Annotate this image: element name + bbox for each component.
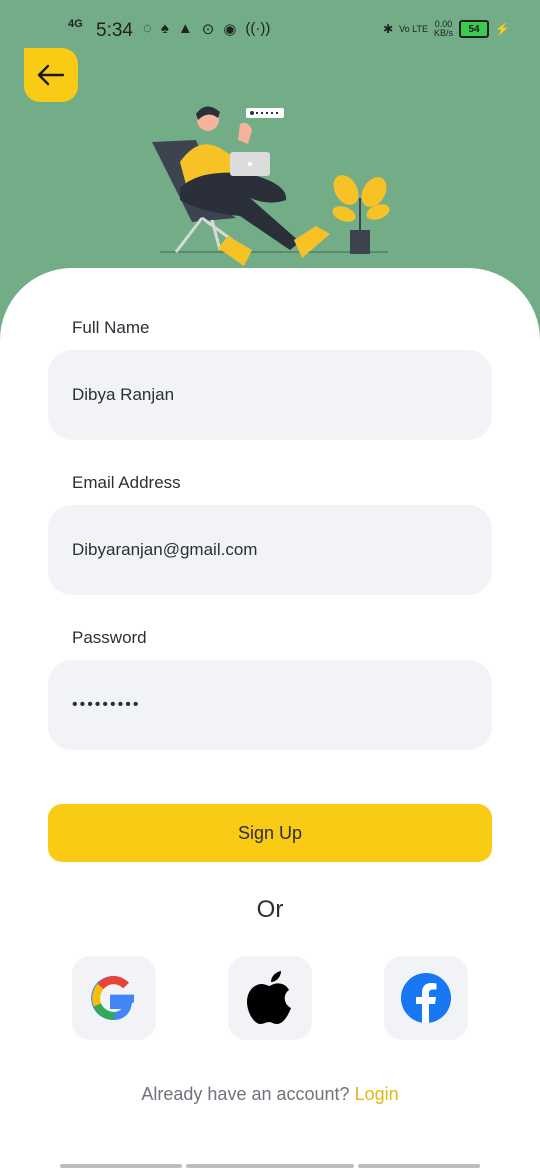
arrow-left-icon bbox=[37, 64, 65, 86]
or-divider: Or bbox=[256, 896, 284, 923]
apple-icon bbox=[247, 971, 291, 1024]
sign-up-button[interactable]: Sign Up bbox=[48, 804, 492, 862]
bluetooth-icon: ✱ bbox=[383, 22, 394, 36]
vpn-icon: ⊙ bbox=[201, 21, 215, 38]
email-label: Email Address bbox=[72, 473, 181, 492]
password-field[interactable]: ••••••••• bbox=[48, 660, 492, 750]
volte-indicator: Vo LTE bbox=[399, 23, 429, 34]
hotspot-icon: ((·)) bbox=[245, 20, 271, 37]
full-name-label: Full Name bbox=[72, 318, 150, 337]
nav-bar-segment bbox=[186, 1164, 354, 1168]
email-field[interactable]: Dibyaranjan@gmail.com bbox=[48, 505, 492, 595]
system-icons: ✱ Vo LTE 0.00 KB/s 54 ⚡ bbox=[383, 20, 510, 38]
notification-icons: ◌ ♠ ▲ ⊙ ◉ ((·)) bbox=[143, 20, 270, 38]
network-speed: 0.00 KB/s bbox=[434, 20, 453, 38]
facebook-signin-button[interactable] bbox=[384, 956, 468, 1040]
login-prompt: Already have an account? Login bbox=[0, 1084, 540, 1105]
speed-unit: KB/s bbox=[434, 28, 454, 38]
google-icon bbox=[91, 976, 134, 1020]
password-label: Password bbox=[72, 628, 147, 647]
back-button[interactable] bbox=[24, 48, 78, 102]
signup-illustration bbox=[152, 106, 390, 266]
full-name-field[interactable]: Dibya Ranjan bbox=[48, 350, 492, 440]
whatsapp-icon: ◌ bbox=[143, 20, 152, 37]
google-signin-button[interactable] bbox=[72, 956, 156, 1040]
charging-icon: ⚡ bbox=[495, 22, 510, 36]
battery-indicator: 54 bbox=[459, 20, 490, 38]
nav-bar-segment bbox=[60, 1164, 182, 1168]
app-icon: ▲ bbox=[177, 20, 193, 37]
apple-signin-button[interactable] bbox=[228, 956, 312, 1040]
chrome-icon: ◉ bbox=[223, 21, 237, 38]
login-prompt-text: Already have an account? bbox=[141, 1084, 350, 1104]
nav-bar-segment bbox=[358, 1164, 480, 1168]
status-bar: 4G 5:34 ◌ ♠ ▲ ⊙ ◉ ((·)) ✱ Vo LTE 0.00 KB/… bbox=[0, 0, 540, 60]
network-indicator: 4G bbox=[68, 18, 83, 30]
facebook-icon bbox=[401, 973, 451, 1023]
snapchat-icon: ♠ bbox=[160, 20, 169, 37]
login-link[interactable]: Login bbox=[355, 1084, 399, 1104]
status-time: 5:34 bbox=[96, 20, 133, 41]
